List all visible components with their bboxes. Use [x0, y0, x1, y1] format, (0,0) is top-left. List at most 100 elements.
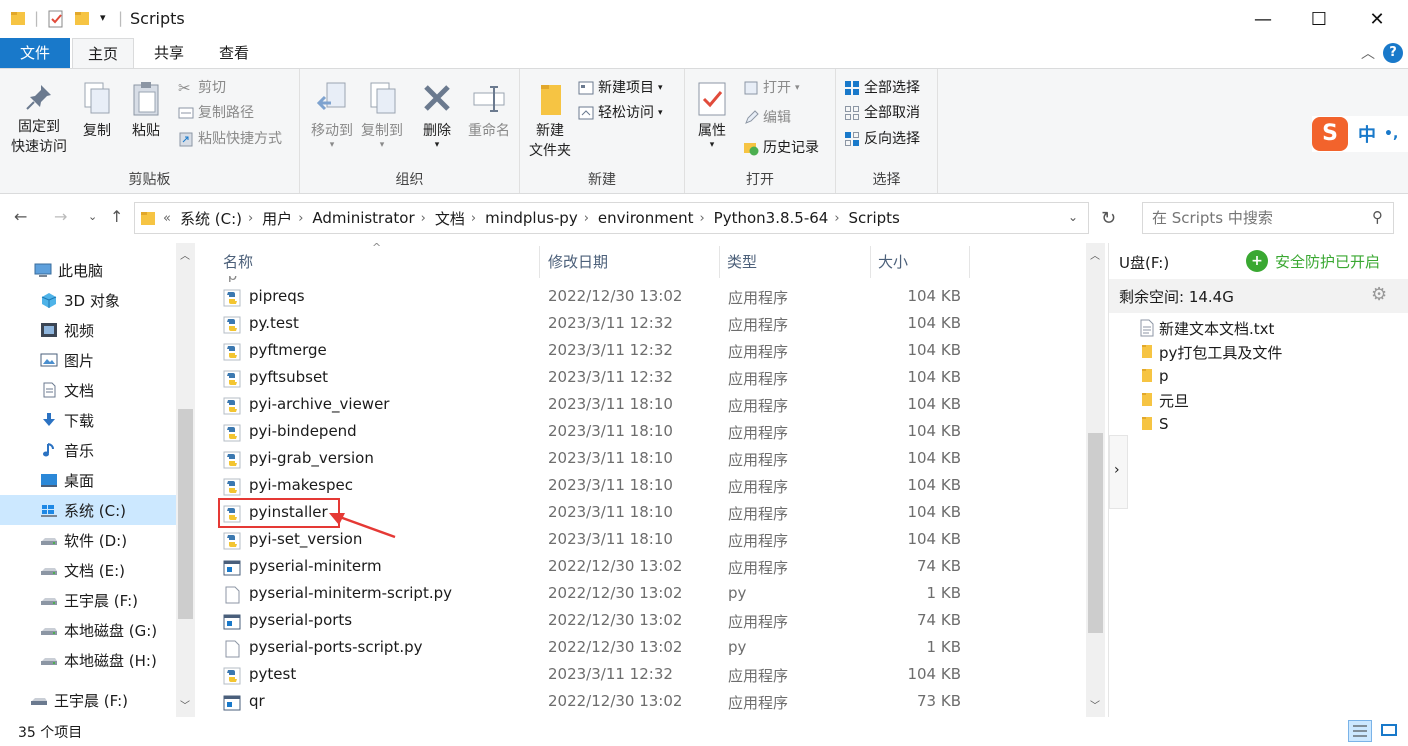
new-item-button[interactable]: 新建项目 ▾ — [578, 76, 663, 100]
new-folder-quick-icon[interactable] — [74, 9, 94, 29]
search-icon[interactable]: ⚲ — [1372, 208, 1383, 226]
breadcrumb-item[interactable]: Python3.8.5-64 — [714, 209, 829, 227]
file-row[interactable]: pyi-archive_viewer 2023/3/11 18:10 应用程序 104… — [217, 392, 977, 419]
recent-locations-chevron-icon[interactable]: ⌄ — [88, 210, 97, 223]
file-row[interactable]: pyi-bindepend 2023/3/11 18:10 应用程序 104 KB — [217, 419, 977, 446]
breadcrumb-separator-chevron-icon[interactable]: › — [584, 211, 589, 226]
nav-item[interactable]: 系统 (C:) — [0, 495, 176, 525]
file-row[interactable]: pyserial-miniterm 2022/12/30 13:02 应用程序 74 … — [217, 554, 977, 581]
search-input[interactable] — [1143, 203, 1353, 233]
file-row[interactable]: pyi-grab_version 2023/3/11 18:10 应用程序 104 K… — [217, 446, 977, 473]
file-row[interactable]: qr 2022/12/30 13:02 应用程序 73 KB — [217, 689, 977, 716]
minimize-button[interactable]: — — [1235, 0, 1291, 38]
column-header-date[interactable]: 修改日期 — [548, 251, 608, 272]
file-row[interactable]: pytest 2023/3/11 12:32 应用程序 104 KB — [217, 662, 977, 689]
properties-button[interactable]: 属性 ▾ — [691, 81, 733, 150]
file-row[interactable]: pipreqs 2022/12/30 13:02 应用程序 104 KB — [217, 284, 977, 311]
nav-item[interactable]: 图片 — [0, 345, 176, 375]
paste-shortcut-button[interactable]: 粘贴快捷方式 — [178, 127, 282, 151]
scroll-up-icon[interactable]: ︿ — [180, 247, 190, 262]
column-header-type[interactable]: 类型 — [727, 251, 757, 272]
pin-quick-access-button[interactable]: 固定到 快速访问 — [6, 81, 72, 157]
copy-path-button[interactable]: 复制路径 — [178, 101, 254, 125]
nav-item[interactable]: 软件 (D:) — [0, 525, 176, 555]
breadcrumb-separator-chevron-icon[interactable]: › — [248, 211, 253, 226]
gear-icon[interactable]: ⚙ — [1371, 284, 1387, 305]
nav-item[interactable]: 3D 对象 — [0, 285, 176, 315]
scroll-up-icon[interactable]: ︿ — [1090, 247, 1100, 262]
cut-button[interactable]: ✂ 剪切 — [178, 76, 226, 100]
nav-item[interactable]: 本地磁盘 (H:) — [0, 645, 176, 675]
column-header-name[interactable]: 名称 — [223, 251, 253, 272]
breadcrumb-item[interactable]: environment — [598, 209, 694, 227]
select-none-button[interactable]: 全部取消 — [844, 101, 920, 125]
preview-item[interactable]: p — [1139, 365, 1169, 387]
nav-item[interactable]: 桌面 — [0, 465, 176, 495]
file-list-scrollbar[interactable]: ︿ ﹀ — [1086, 243, 1105, 717]
edit-button[interactable]: 编辑 — [743, 106, 791, 130]
address-bar[interactable]: « 系统 (C:) › 用户 › Administrator › 文档 › mindplus-p… — [134, 202, 1089, 234]
file-row[interactable]: pyftsubset 2023/3/11 12:32 应用程序 104 KB — [217, 365, 977, 392]
help-icon[interactable]: ? — [1383, 43, 1403, 63]
back-arrow-icon[interactable]: ← — [14, 207, 27, 226]
file-row[interactable]: pyserial-ports-script.py 2022/12/30 13:02… — [217, 635, 977, 662]
customize-quick-access-dropdown[interactable]: ▾ — [100, 11, 106, 24]
breadcrumb-separator-chevron-icon[interactable]: › — [298, 211, 303, 226]
details-view-icon[interactable] — [1348, 720, 1372, 742]
breadcrumb-item[interactable]: Scripts — [849, 209, 900, 227]
search-box[interactable]: ⚲ — [1142, 202, 1394, 234]
file-scroll-thumb[interactable] — [1088, 433, 1103, 633]
tab-file[interactable]: 文件 — [0, 38, 70, 68]
breadcrumb-separator-chevron-icon[interactable]: › — [471, 211, 476, 226]
breadcrumb-item[interactable]: 文档 — [435, 208, 465, 229]
large-icons-view-icon[interactable] — [1378, 720, 1402, 742]
address-history-chevron-icon[interactable]: ⌄ — [1068, 210, 1078, 224]
column-header-size[interactable]: 大小 — [878, 251, 908, 272]
forward-arrow-icon[interactable]: → — [54, 207, 67, 226]
file-row[interactable]: pyserial-miniterm-script.py 2022/12/30 13… — [217, 581, 977, 608]
properties-quick-icon[interactable] — [47, 9, 67, 29]
breadcrumb-item[interactable]: 用户 — [262, 208, 292, 229]
nav-item[interactable]: 下载 — [0, 405, 176, 435]
nav-scroll-thumb[interactable] — [178, 409, 193, 619]
history-button[interactable]: 历史记录 — [743, 136, 819, 160]
tab-view[interactable]: 查看 — [203, 38, 265, 68]
easy-access-button[interactable]: 轻松访问 ▾ — [578, 101, 663, 125]
breadcrumb-separator-chevron-icon[interactable]: › — [421, 211, 426, 226]
security-status[interactable]: + 安全防护已开启 — [1246, 250, 1380, 272]
file-row[interactable]: pyftmerge 2023/3/11 12:32 应用程序 104 KB — [217, 338, 977, 365]
collapse-ribbon-chevron-icon[interactable]: ︿ — [1361, 43, 1375, 63]
tab-home[interactable]: 主页 — [72, 38, 134, 69]
maximize-button[interactable]: ☐ — [1291, 0, 1347, 38]
breadcrumb-item[interactable]: mindplus-py — [485, 209, 578, 227]
paste-button[interactable]: 粘贴 — [125, 81, 167, 141]
nav-item[interactable]: 本地磁盘 (G:) — [0, 615, 176, 645]
file-row[interactable]: py.test 2023/3/11 12:32 应用程序 104 KB — [217, 311, 977, 338]
breadcrumb-overflow[interactable]: « — [163, 211, 171, 226]
nav-item[interactable]: 文档 — [0, 375, 176, 405]
scroll-down-icon[interactable]: ﹀ — [1090, 697, 1100, 712]
preview-item[interactable]: 元旦 — [1139, 389, 1189, 411]
scroll-down-icon[interactable]: ﹀ — [180, 697, 190, 712]
breadcrumb-separator-chevron-icon[interactable]: › — [699, 211, 704, 226]
file-row[interactable]: pyi-makespec 2023/3/11 18:10 应用程序 104 KB — [217, 473, 977, 500]
invert-selection-button[interactable]: 反向选择 — [844, 127, 920, 151]
breadcrumb-separator-chevron-icon[interactable]: › — [834, 211, 839, 226]
new-folder-button[interactable]: 新建 文件夹 — [524, 81, 576, 161]
expand-preview-button[interactable]: › — [1109, 435, 1128, 509]
delete-button[interactable]: 删除 ▾ — [417, 81, 457, 150]
file-row[interactable]: pyserial-ports 2022/12/30 13:02 应用程序 74 KB — [217, 608, 977, 635]
copy-to-button[interactable]: 复制到 ▾ — [355, 81, 409, 150]
breadcrumb-item[interactable]: 系统 (C:) — [180, 208, 242, 229]
nav-scrollbar[interactable]: ︿ ﹀ — [176, 243, 195, 717]
move-to-button[interactable]: 移动到 ▾ — [305, 81, 359, 150]
nav-item[interactable]: 音乐 — [0, 435, 176, 465]
ime-toolbar[interactable]: S 中 •, — [1312, 116, 1408, 152]
up-arrow-icon[interactable]: ↑ — [110, 207, 123, 226]
close-button[interactable]: ✕ — [1349, 0, 1405, 38]
nav-item[interactable]: 王宇晨 (F:) — [0, 585, 176, 615]
open-button[interactable]: 打开 ▾ — [743, 76, 800, 100]
nav-item[interactable]: 视频 — [0, 315, 176, 345]
nav-item[interactable]: 文档 (E:) — [0, 555, 176, 585]
refresh-icon[interactable]: ↻ — [1101, 208, 1116, 229]
